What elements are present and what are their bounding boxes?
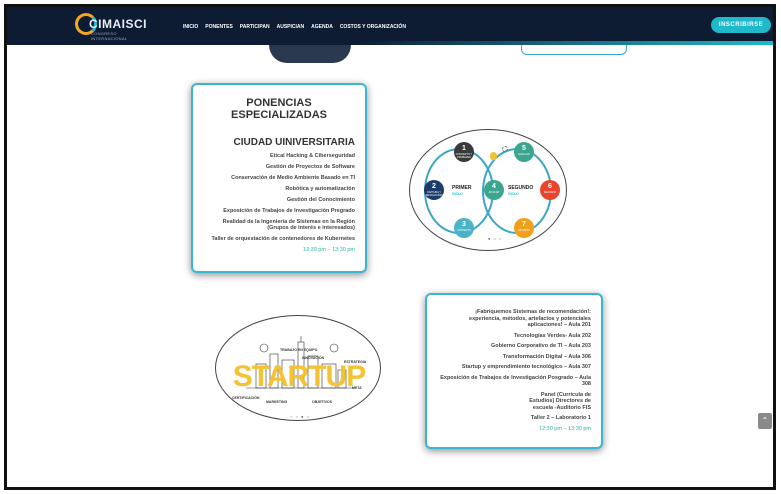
talk-item: Taller de orquestación de contenedores d…	[211, 236, 355, 242]
register-button[interactable]: INSCRIBIRSE	[711, 17, 771, 33]
session-item: Transformación Digital – Aula 306	[502, 353, 591, 360]
talk-item: Etical Hacking & Ciberseguridad	[270, 152, 355, 159]
browser-frame: CIMAISCI CONGRESO INTERNACIONAL INICIO P…	[4, 4, 776, 490]
second-cycle-label: SEGUNDO CICLO	[508, 185, 533, 197]
node-text: EVALUAR	[518, 153, 530, 156]
carousel-dots[interactable]: ○ ○ ● ○	[290, 414, 310, 419]
talk-item: Exposición de Trabajos de Investigación …	[223, 207, 355, 214]
site-header: CIMAISCI CONGRESO INTERNACIONAL INICIO P…	[7, 7, 773, 45]
node-number: 1	[462, 145, 466, 152]
first-cycle-sub: CICLO	[452, 192, 463, 196]
startup-word: STARTUP	[232, 360, 366, 393]
node-text: MEJORAR	[543, 191, 557, 194]
nav-item-costos[interactable]: COSTOS Y ORGANIZACIÓN	[340, 24, 406, 30]
cycle-node-2: 2 CAPTURA Y RESOLUCIÓN	[424, 180, 444, 200]
talk-item: Realidad de la Ingeniería de Sistemas en…	[222, 218, 355, 232]
main-nav: INICIO PONENTES PARTICIPAN AUSPICIAN AGE…	[183, 24, 406, 30]
nav-item-ponentes[interactable]: PONENTES	[205, 24, 233, 30]
tag-certificacion: CERTIFICACIÓN	[232, 396, 260, 400]
chevron-up-icon[interactable]: ⌃	[758, 413, 772, 429]
cycle-node-3: 3 CONTEXTO	[454, 218, 474, 238]
talk-item: Gestión de Proyectos de Software	[265, 163, 355, 170]
cycle-node-7: 7 DIFUSIÓN	[514, 218, 534, 238]
startup-illustration: TRABAJO EN EQUIPO INNOVACIÓN ESTRATEGIA …	[215, 315, 381, 421]
cycle-node-4: 4 APLICAR	[484, 180, 504, 200]
specialized-talks-card: PONENCIAS ESPECIALIZADAS CIUDAD UINIVERS…	[191, 83, 367, 273]
node-number: 4	[492, 183, 496, 190]
session-item: Exposición de Trabajos de Investigación …	[440, 374, 591, 388]
node-number: 7	[522, 221, 526, 228]
cycle-node-5: 5 EVALUAR	[514, 142, 534, 162]
card-subtitle: CIUDAD UINIVERSITARIA	[233, 137, 355, 148]
node-number: 2	[432, 183, 436, 190]
first-cycle-label: PRIMER CICLO	[452, 185, 471, 197]
nav-item-participan[interactable]: PARTICIPAN	[240, 24, 270, 30]
cycle-node-6: 6 MEJORAR	[540, 180, 560, 200]
sessions-card: ¡Fabriquemos Sistemas de recomendación!:…	[425, 293, 603, 449]
second-cycle-sub: CICLO	[508, 192, 519, 196]
nav-item-auspician[interactable]: AUSPICIAN	[277, 24, 305, 30]
site-logo[interactable]: CIMAISCI CONGRESO INTERNACIONAL	[75, 13, 147, 41]
talk-item: Robótica y automatización	[285, 185, 355, 192]
node-text: CONTEXTO	[457, 229, 471, 232]
header-accent-bar	[7, 41, 773, 45]
gear-icon	[502, 146, 508, 152]
previous-section-card	[521, 45, 627, 55]
node-number: 6	[548, 183, 552, 190]
tag-objetivos: OBJETIVOS	[312, 400, 333, 404]
node-text: APLICAR	[488, 191, 500, 194]
session-item: Panel (Currícula de Estudios) Directores…	[529, 391, 591, 411]
logo-text: CIMAISCI	[89, 17, 147, 31]
talk-item: Gestión del Conocimiento	[286, 196, 355, 203]
node-text: CONCEPTO Y PROBLEMA	[455, 153, 473, 159]
session-item: Startup y emprendimiento tecnológico – A…	[461, 364, 591, 370]
node-number: 3	[462, 221, 466, 228]
talk-item: Conservación de Medio Ambiente Basado en…	[231, 174, 355, 181]
cycle-node-1: 1 CONCEPTO Y PROBLEMA	[454, 142, 474, 162]
cycle-diagram-image: 1 CONCEPTO Y PROBLEMA 2 CAPTURA Y RESOLU…	[409, 129, 567, 251]
session-time: 12:30 pm – 13:30 pm	[303, 246, 355, 253]
session-item: Gobierno Corporativo de TI – Aula 203	[490, 343, 591, 349]
nav-item-inicio[interactable]: INICIO	[183, 24, 198, 30]
node-number: 5	[522, 145, 526, 152]
session-item: Taller 2 – Laboratorio 1	[530, 415, 591, 421]
session-item: ¡Fabriquemos Sistemas de recomendación!:…	[469, 309, 591, 328]
node-text: CAPTURA Y RESOLUCIÓN	[425, 191, 443, 197]
lightbulb-icon	[490, 152, 497, 160]
tag-trabajo: TRABAJO EN EQUIPO	[280, 348, 318, 352]
tag-marketing: MARKETING	[266, 400, 288, 404]
logo-subtitle: CONGRESO INTERNACIONAL	[91, 31, 128, 41]
carousel-dots[interactable]: ● ○ ○	[488, 236, 502, 241]
session-time: 12:30 pm – 13:30 pm	[539, 425, 591, 432]
card-title: PONENCIAS ESPECIALIZADAS	[231, 97, 327, 121]
previous-section-image	[269, 45, 351, 63]
session-item: Tecnologías Verdes- Aula 202	[513, 332, 591, 339]
node-text: DIFUSIÓN	[518, 229, 530, 232]
nav-item-agenda[interactable]: AGENDA	[311, 24, 333, 30]
